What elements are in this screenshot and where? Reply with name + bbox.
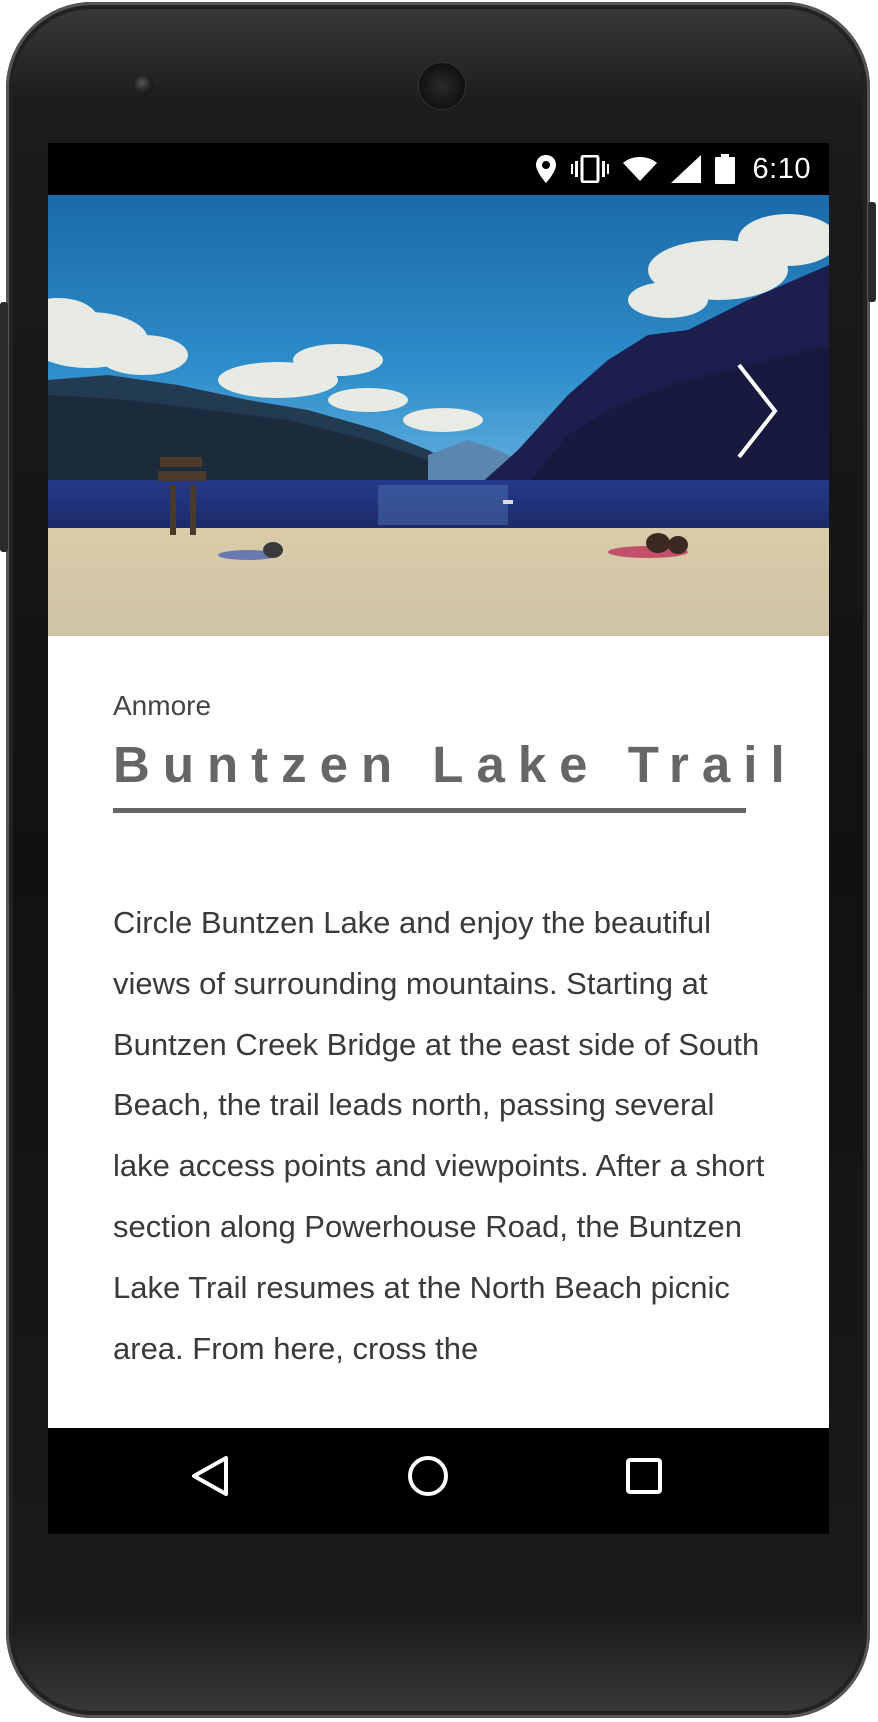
hero-image [48, 195, 829, 636]
next-image-button[interactable] [733, 361, 779, 461]
vibrate-icon [570, 155, 609, 183]
front-camera [134, 75, 154, 95]
home-button[interactable] [398, 1446, 458, 1506]
recents-square-icon [626, 1458, 662, 1494]
battery-icon [714, 154, 735, 184]
earpiece-speaker [419, 63, 465, 109]
screen: 6:10 Anmore Buntzen Lake Trail Circle Bu… [48, 143, 829, 1428]
navigation-bar [48, 1428, 829, 1534]
cell-signal-icon [670, 155, 701, 183]
trail-content: Anmore Buntzen Lake Trail Circle Buntzen… [113, 636, 798, 1379]
back-triangle-icon [192, 1456, 228, 1496]
home-circle-icon [408, 1456, 448, 1496]
title-underline [113, 808, 746, 813]
power-button [0, 302, 8, 552]
chevron-right-icon [737, 363, 778, 459]
back-button[interactable] [181, 1446, 241, 1506]
status-icons: 6:10 [535, 151, 811, 187]
trail-title: Buntzen Lake Trail [113, 736, 798, 793]
recents-button[interactable] [614, 1446, 674, 1506]
trail-description: Circle Buntzen Lake and enjoy the beauti… [113, 905, 765, 1366]
trail-region: Anmore [113, 690, 212, 721]
status-clock: 6:10 [752, 152, 811, 185]
wifi-icon [622, 156, 657, 182]
status-bar: 6:10 [48, 143, 829, 195]
volume-button [868, 202, 876, 302]
location-icon [535, 154, 557, 184]
lake-landscape-photo [48, 195, 829, 636]
